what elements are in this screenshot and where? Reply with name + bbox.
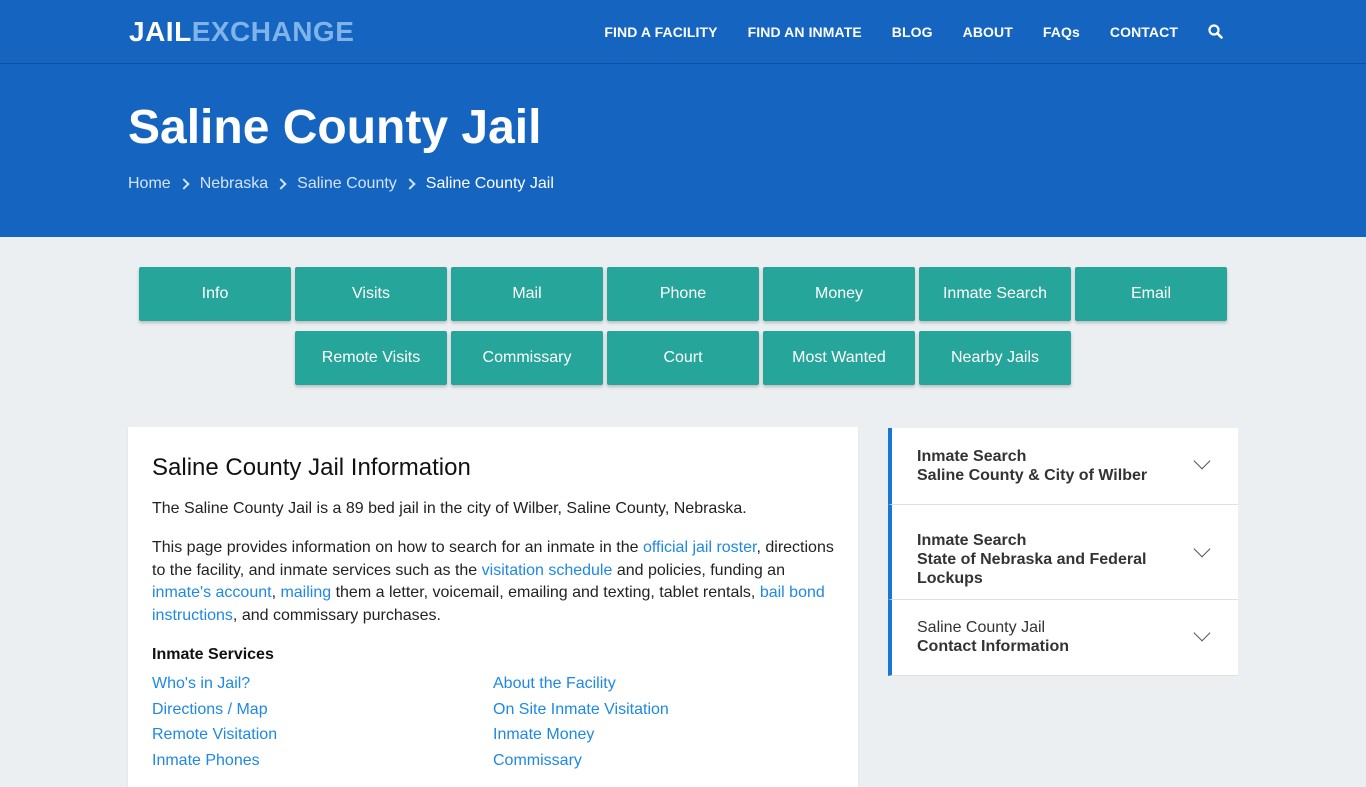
breadcrumb-current: Saline County Jail (425, 175, 554, 192)
tab-mail[interactable]: Mail (451, 267, 603, 321)
logo-part-1: JAIL (129, 16, 192, 47)
tab-visits[interactable]: Visits (295, 267, 447, 321)
page-header: Saline County Jail Home Nebraska Saline … (0, 64, 1366, 237)
breadcrumb-nebraska[interactable]: Nebraska (200, 175, 268, 193)
overview-paragraph: This page provides information on how to… (152, 537, 842, 627)
nav-find-an-inmate[interactable]: FIND AN INMATE (748, 24, 862, 40)
tab-phone[interactable]: Phone (607, 267, 759, 321)
service-link-on-site-visitation[interactable]: On Site Inmate Visitation (493, 697, 669, 723)
tab-inmate-search[interactable]: Inmate Search (919, 267, 1071, 321)
nav-contact[interactable]: CONTACT (1110, 24, 1178, 40)
tab-nearby-jails[interactable]: Nearby Jails (919, 331, 1071, 385)
chevron-down-icon (1193, 452, 1211, 470)
accordion-title: Inmate Search (917, 532, 1027, 549)
accordion-label: Inmate Search State of Nebraska and Fede… (917, 531, 1157, 588)
chevron-right-icon (178, 178, 190, 190)
paragraph-text: , and commissary purchases. (232, 606, 441, 624)
service-link-remote-visitation[interactable]: Remote Visitation (152, 722, 277, 748)
visitation-schedule-link[interactable]: visitation schedule (482, 562, 613, 579)
section-tabs-row-2: Remote Visits Commissary Court Most Want… (0, 331, 1366, 385)
paragraph-text: and policies, funding an (612, 561, 785, 579)
mailing-link[interactable]: mailing (280, 584, 331, 601)
service-link-inmate-phones[interactable]: Inmate Phones (152, 748, 277, 774)
search-icon[interactable] (1208, 24, 1224, 40)
accordion-subtitle: State of Nebraska and Federal Lockups (917, 551, 1147, 587)
site-logo[interactable]: JAILEXCHANGE (129, 14, 354, 50)
official-jail-roster-link[interactable]: official jail roster (643, 539, 757, 556)
service-link-commissary[interactable]: Commissary (493, 748, 669, 774)
tab-info[interactable]: Info (139, 267, 291, 321)
accordion-inmate-search-county[interactable]: Inmate Search Saline County & City of Wi… (888, 428, 1238, 505)
page-title: Saline County Jail (128, 101, 542, 154)
chevron-down-icon (1193, 624, 1211, 642)
nav-about[interactable]: ABOUT (963, 24, 1013, 40)
top-navbar: JAILEXCHANGE FIND A FACILITY FIND AN INM… (0, 0, 1366, 64)
service-link-about-facility[interactable]: About the Facility (493, 671, 669, 697)
nav-faqs[interactable]: FAQs (1043, 24, 1080, 40)
breadcrumb: Home Nebraska Saline County Saline Count… (128, 175, 554, 193)
chevron-down-icon (1193, 540, 1211, 558)
accordion-title: Inmate Search (917, 448, 1027, 465)
tab-email[interactable]: Email (1075, 267, 1227, 321)
paragraph-text: them a letter, voicemail, emailing and t… (331, 584, 760, 601)
accordion-subtitle: Contact Information (917, 638, 1069, 655)
accordion-subtitle: Saline County & City of Wilber (917, 467, 1148, 484)
tab-remote-visits[interactable]: Remote Visits (295, 331, 447, 385)
tab-most-wanted[interactable]: Most Wanted (763, 331, 915, 385)
tab-court[interactable]: Court (607, 331, 759, 385)
breadcrumb-saline-county[interactable]: Saline County (297, 175, 397, 193)
nav-blog[interactable]: BLOG (892, 24, 933, 40)
services-column-1: Who's in Jail? Directions / Map Remote V… (152, 671, 277, 773)
chevron-right-icon (275, 178, 287, 190)
inmate-services-heading: Inmate Services (152, 646, 274, 663)
accordion-label: Inmate Search Saline County & City of Wi… (917, 447, 1147, 485)
section-heading: Saline County Jail Information (152, 454, 471, 481)
paragraph-text: This page provides information on how to… (152, 539, 643, 556)
service-link-directions-map[interactable]: Directions / Map (152, 697, 277, 723)
service-link-whos-in-jail[interactable]: Who's in Jail? (152, 671, 277, 697)
intro-paragraph: The Saline County Jail is a 89 bed jail … (152, 500, 747, 517)
section-tabs-row-1: Info Visits Mail Phone Money Inmate Sear… (0, 267, 1366, 321)
jail-information-card: Saline County Jail Information The Salin… (128, 427, 858, 787)
service-link-inmate-money[interactable]: Inmate Money (493, 722, 669, 748)
accordion-contact-information[interactable]: Saline County Jail Contact Information (888, 600, 1238, 676)
nav-find-a-facility[interactable]: FIND A FACILITY (604, 24, 717, 40)
inmates-account-link[interactable]: inmate's account (152, 584, 272, 601)
tab-money[interactable]: Money (763, 267, 915, 321)
main-nav: FIND A FACILITY FIND AN INMATE BLOG ABOU… (574, 0, 1224, 64)
accordion-title: Saline County Jail (917, 619, 1046, 636)
breadcrumb-home[interactable]: Home (128, 175, 171, 193)
accordion-label: Saline County Jail Contact Information (917, 618, 1069, 656)
services-column-2: About the Facility On Site Inmate Visita… (493, 671, 669, 773)
tab-commissary[interactable]: Commissary (451, 331, 603, 385)
chevron-right-icon (404, 178, 416, 190)
accordion-inmate-search-state[interactable]: Inmate Search State of Nebraska and Fede… (888, 505, 1238, 600)
logo-part-2: EXCHANGE (191, 16, 355, 47)
